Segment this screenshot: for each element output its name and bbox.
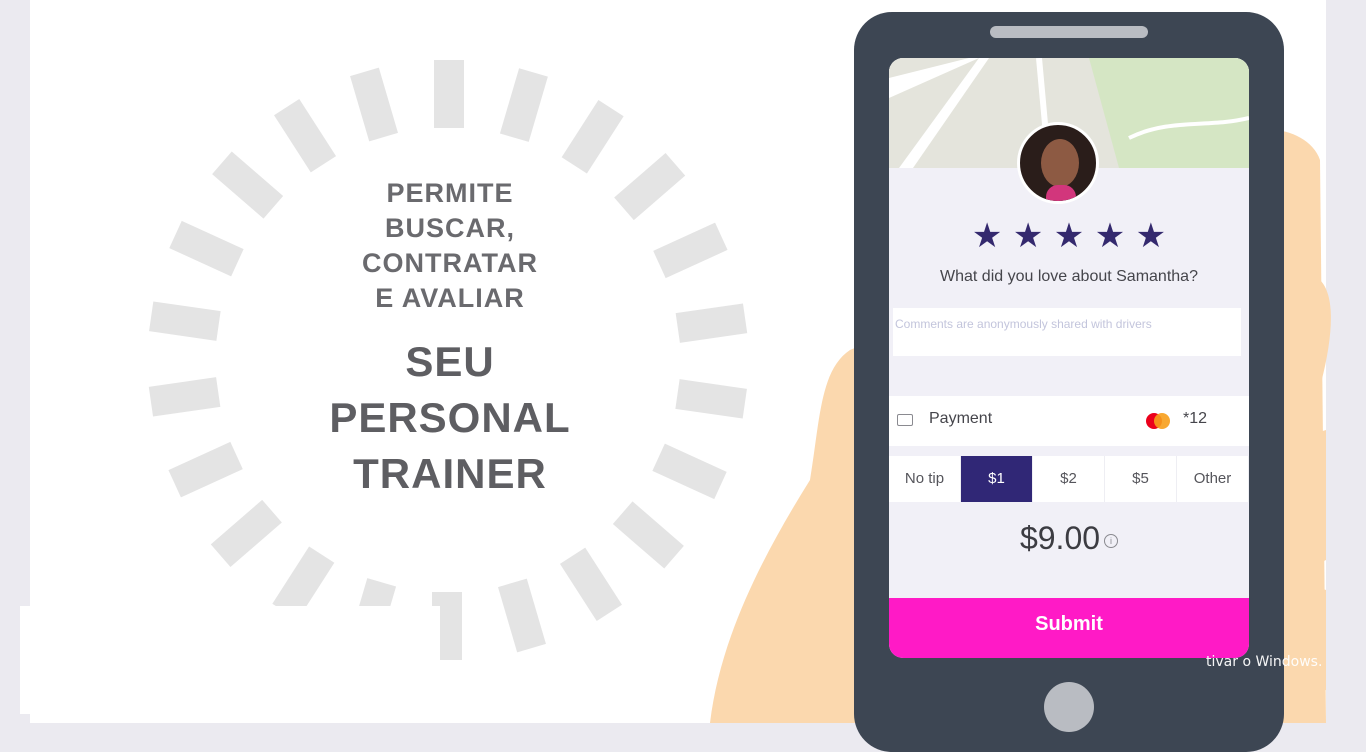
headline-block: PERMITE BUSCAR, CONTRATAR E AVALIAR SEU … bbox=[310, 176, 590, 502]
info-icon[interactable]: i bbox=[1104, 533, 1119, 548]
payment-row[interactable]: Payment *12 bbox=[889, 396, 1249, 446]
headline-big-line: SEU bbox=[405, 338, 495, 385]
headline-line: BUSCAR, bbox=[384, 213, 515, 243]
burst-dash bbox=[498, 578, 546, 653]
burst-dash bbox=[148, 377, 221, 417]
card-digits: *12 bbox=[1183, 410, 1208, 427]
star-icon[interactable]: ★ bbox=[1095, 216, 1125, 256]
tip-selector: No tip $1 $2 $5 Other bbox=[889, 456, 1249, 502]
tip-option-none[interactable]: No tip bbox=[889, 456, 961, 502]
burst-dash bbox=[168, 441, 243, 498]
star-icon[interactable]: ★ bbox=[1013, 216, 1043, 256]
burst-dash bbox=[212, 151, 284, 219]
burst-dash bbox=[614, 152, 686, 221]
submit-button[interactable]: Submit bbox=[889, 598, 1249, 658]
tip-option-5[interactable]: $5 bbox=[1105, 456, 1177, 502]
burst-dash bbox=[149, 301, 221, 341]
phone-screen: ★ ★ ★ ★ ★ What did you love about Samant… bbox=[889, 58, 1249, 658]
burst-dash bbox=[169, 220, 244, 277]
burst-dash bbox=[434, 60, 464, 128]
burst-dash bbox=[612, 501, 684, 569]
star-icon[interactable]: ★ bbox=[1054, 216, 1084, 256]
tip-option-other[interactable]: Other bbox=[1177, 456, 1249, 502]
burst-dash bbox=[274, 98, 337, 173]
headline-line: E AVALIAR bbox=[375, 283, 525, 313]
tip-option-1[interactable]: $1 bbox=[961, 456, 1033, 502]
headline-line: PERMITE bbox=[386, 178, 514, 208]
rating-question: What did you love about Samantha? bbox=[940, 268, 1198, 285]
headline-big-line: TRAINER bbox=[353, 450, 547, 497]
phone-speaker bbox=[990, 26, 1148, 38]
corner-overlay bbox=[20, 606, 440, 714]
total-amount: $9.00 bbox=[1019, 520, 1101, 556]
phone-home-button bbox=[1044, 682, 1094, 732]
comments-input[interactable]: Comments are anonymously shared with dri… bbox=[893, 308, 1241, 356]
card-icon bbox=[897, 414, 913, 426]
total-amount-block: $9.00 i bbox=[889, 520, 1249, 557]
driver-avatar bbox=[1017, 122, 1099, 204]
star-icon[interactable]: ★ bbox=[1136, 216, 1166, 256]
star-icon[interactable]: ★ bbox=[972, 216, 1002, 256]
headline-intro: PERMITE BUSCAR, CONTRATAR E AVALIAR bbox=[310, 176, 590, 316]
rating-stars[interactable]: ★ ★ ★ ★ ★ bbox=[889, 216, 1249, 256]
payment-label: Payment bbox=[929, 410, 993, 427]
burst-dash bbox=[559, 547, 622, 622]
headline-big-line: PERSONAL bbox=[329, 394, 571, 441]
mastercard-icon bbox=[1146, 413, 1170, 429]
headline-line: CONTRATAR bbox=[362, 248, 538, 278]
burst-dash bbox=[561, 100, 624, 174]
tip-option-2[interactable]: $2 bbox=[1033, 456, 1105, 502]
headline-emphasis: SEU PERSONAL TRAINER bbox=[310, 334, 590, 502]
burst-dash bbox=[350, 67, 398, 142]
windows-activation-watermark: tivar o Windows. bbox=[1206, 654, 1323, 670]
burst-dash bbox=[210, 499, 282, 568]
burst-dash bbox=[499, 68, 548, 142]
